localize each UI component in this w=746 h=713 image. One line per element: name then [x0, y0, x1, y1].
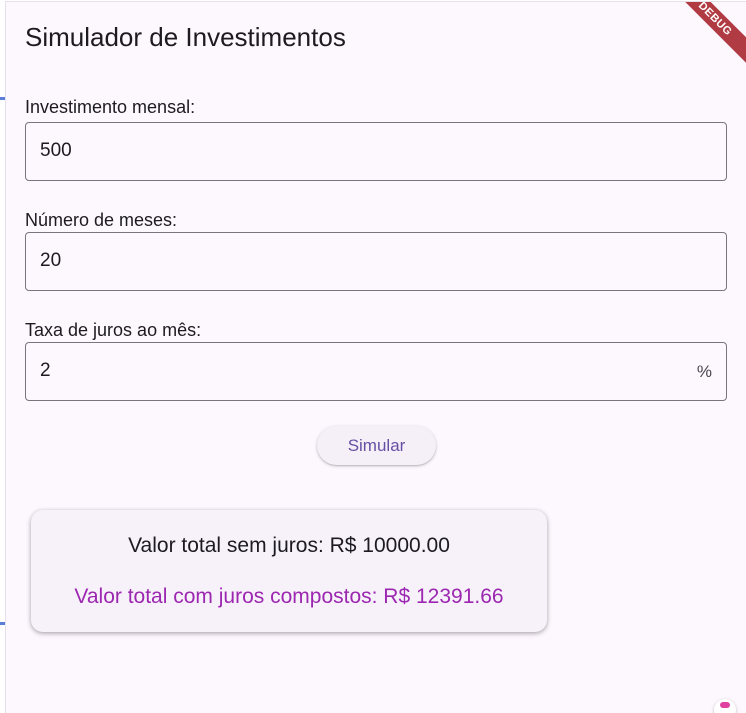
compound-total-text: Valor total com juros compostos: R$ 1239… [74, 585, 504, 608]
months-value: 20 [40, 250, 62, 271]
simulator-window: Simulador de Investimentos Investimento … [5, 1, 746, 713]
monthly-investment-input[interactable]: 500 [25, 122, 727, 181]
monthly-investment-value: 500 [40, 140, 72, 161]
page-title: Simulador de Investimentos [25, 22, 346, 52]
floating-heart-icon[interactable] [714, 699, 736, 713]
debug-banner: DEBUG [655, 2, 746, 79]
results-card: Valor total sem juros: R$ 10000.00 Valor… [31, 510, 547, 632]
months-label: Número de meses: [25, 210, 178, 230]
interest-rate-label: Taxa de juros ao mês: [25, 320, 202, 340]
percent-suffix: % [696, 362, 712, 381]
interest-rate-input[interactable]: 2 % [25, 342, 727, 401]
interest-rate-value: 2 [40, 360, 51, 381]
monthly-investment-label: Investimento mensal: [25, 97, 196, 117]
simple-total-text: Valor total sem juros: R$ 10000.00 [128, 534, 450, 557]
months-input[interactable]: 20 [25, 232, 727, 291]
simulate-button[interactable]: Simular [317, 426, 436, 465]
